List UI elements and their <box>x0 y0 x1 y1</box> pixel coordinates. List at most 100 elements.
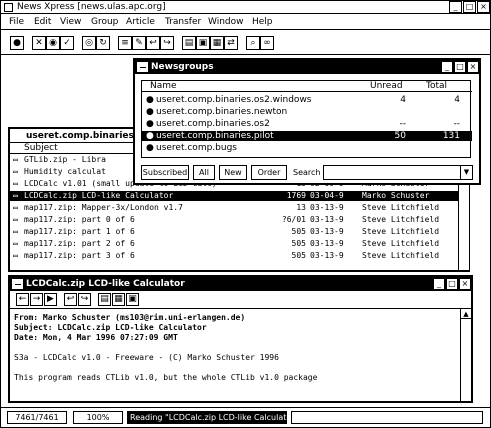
article-view-scrollbar[interactable]: ▲ <box>460 309 471 401</box>
globe-icon[interactable]: ◎ <box>82 36 96 50</box>
order-button[interactable]: Order <box>251 165 287 180</box>
article-author: Steve Litchfield <box>362 227 440 236</box>
newsgroups-window: Newsgroups _ □ × Name Unread Total ● user… <box>133 58 481 185</box>
newsgroups-system-menu[interactable] <box>137 62 148 72</box>
article-view-title-bar[interactable]: LCDCalc.zip LCD-like Calculator <box>10 277 471 291</box>
article-date: 03-13-9 <box>310 203 344 212</box>
article-icon: ▭ <box>13 203 18 212</box>
chevron-down-icon[interactable]: ▼ <box>460 166 472 179</box>
menu-article[interactable]: Article <box>126 17 155 27</box>
article-author: Steve Litchfield <box>362 239 440 248</box>
article-row[interactable]: ▭ map117.zip: part 0 of 6 ?6/01 03-13-9 Stev… <box>10 215 458 225</box>
menu-transfer[interactable]: Transfer <box>165 17 201 27</box>
article-row[interactable]: ▭ map117.zip: part 2 of 6 505 03-13-9 Steve … <box>10 239 458 249</box>
article-author: Steve Litchfield <box>362 215 440 224</box>
post-icon[interactable]: ✎ <box>132 36 146 50</box>
article-icon: ▭ <box>13 191 18 200</box>
newsgroup-row[interactable]: ● useret.comp.bugs <box>142 143 472 153</box>
app-title-bar[interactable]: News Xpress [news.ulas.apc.org] _ □ × <box>1 1 490 14</box>
article-row[interactable]: ▭ map117.zip: Mapper-3x/London v1.7 13 03-1… <box>10 203 458 213</box>
newsgroups-title-bar[interactable]: Newsgroups <box>135 60 479 74</box>
binoculars-icon[interactable]: ∞ <box>260 36 274 50</box>
forward-icon[interactable]: ↪ <box>160 36 174 50</box>
newsgroups-close-button[interactable]: × <box>467 61 479 73</box>
article-icon: ▭ <box>13 179 18 188</box>
menu-edit[interactable]: Edit <box>34 17 51 27</box>
newsgroups-minimize-button[interactable]: _ <box>441 61 453 73</box>
newsgroup-row[interactable]: ● useret.comp.binaries.os2 -- -- <box>142 119 472 129</box>
article-lines: 505 <box>291 239 306 248</box>
article-date: 03-13-9 <box>310 215 344 224</box>
rot13-icon[interactable]: ▦ <box>112 293 125 306</box>
article-subject: Subject: LCDCalc.zip LCD-like Calculator <box>14 323 207 332</box>
new-button[interactable]: New <box>219 165 247 180</box>
menu-window[interactable]: Window <box>208 17 244 27</box>
reply-icon[interactable]: ↩ <box>146 36 160 50</box>
menu-bar: File Edit View Group Article Transfer Wi… <box>1 15 490 30</box>
newsgroup-name: useret.comp.binaries.os2 <box>156 119 270 129</box>
article-icon: ▭ <box>13 167 18 176</box>
maximize-button[interactable]: □ <box>463 1 476 13</box>
article-view-title: LCDCalc.zip LCD-like Calculator <box>26 279 185 289</box>
newsgroup-bullet-icon: ● <box>146 131 154 141</box>
print-icon[interactable]: ▦ <box>210 36 224 50</box>
all-button[interactable]: All <box>193 165 215 180</box>
newsgroup-row[interactable]: ● useret.comp.binaries.newton <box>142 107 472 117</box>
search-dropdown[interactable]: ▼ <box>323 165 473 180</box>
cross-icon[interactable]: ✕ <box>32 36 46 50</box>
article-view-close-button[interactable]: × <box>459 278 471 290</box>
minimize-button[interactable]: _ <box>449 1 462 13</box>
article-icon: ▭ <box>13 251 18 260</box>
refresh-icon[interactable]: ↻ <box>96 36 110 50</box>
article-body-line-1: S3a - LCDCalc v1.0 - Freeware - (C) Mark… <box>14 353 279 362</box>
article-view-minimize-button[interactable]: _ <box>433 278 445 290</box>
list-icon[interactable]: ≡ <box>118 36 132 50</box>
fixed-font-icon[interactable]: ▣ <box>126 293 139 306</box>
newsgroup-row[interactable]: ● useret.comp.binaries.os2.windows 4 4 <box>142 95 472 105</box>
connect-icon[interactable]: ⇄ <box>224 36 238 50</box>
next-thread-icon[interactable]: ▶ <box>44 293 57 306</box>
newsgroup-name: useret.comp.binaries.pilot <box>156 131 274 141</box>
menu-view[interactable]: View <box>60 17 81 27</box>
newsgroup-bullet-icon: ● <box>146 95 154 105</box>
article-lines: 13 <box>296 203 306 212</box>
save-article-icon[interactable]: ▤ <box>98 293 111 306</box>
article-row[interactable]: ▭ LCDCalc.zip LCD-like Calculator 1769 03-0… <box>10 191 458 201</box>
column-total[interactable]: Total <box>426 81 447 91</box>
scroll-up-arrow[interactable]: ▲ <box>461 309 471 319</box>
article-subject: map117.zip: Mapper-3x/London v1.7 <box>24 203 183 212</box>
newsgroups-maximize-button[interactable]: □ <box>454 61 466 73</box>
subscribed-button[interactable]: Subscribed <box>141 165 189 180</box>
article-count: 7461/7461 <box>7 411 67 424</box>
record-icon[interactable]: ● <box>10 36 24 50</box>
article-view-system-menu[interactable] <box>12 279 23 289</box>
progress-bar: 100% <box>73 411 123 424</box>
save-icon[interactable]: ▣ <box>196 36 210 50</box>
close-button[interactable]: × <box>477 1 490 13</box>
newsgroup-bullet-icon: ● <box>146 107 154 117</box>
newsgroup-unread: 50 <box>394 131 406 141</box>
mark-icon[interactable]: ✓ <box>60 36 74 50</box>
decode-icon[interactable]: ▤ <box>182 36 196 50</box>
article-body-line-2: This program reads CTLib v1.0, but the w… <box>14 373 318 382</box>
article-view-maximize-button[interactable]: □ <box>446 278 458 290</box>
reply-article-icon[interactable]: ↩ <box>64 293 77 306</box>
newsgroup-row[interactable]: ● useret.comp.binaries.pilot 50 131 <box>142 131 472 141</box>
column-unread[interactable]: Unread <box>370 81 403 91</box>
menu-group[interactable]: Group <box>91 17 118 27</box>
newsgroup-total: 4 <box>454 95 460 105</box>
article-lines: 505 <box>291 227 306 236</box>
next-article-icon[interactable]: → <box>30 293 43 306</box>
newsgroup-unread: 4 <box>400 95 406 105</box>
eye-icon[interactable]: ◉ <box>46 36 60 50</box>
article-row[interactable]: ▭ map117.zip: part 1 of 6 505 03-13-9 Steve … <box>10 227 458 237</box>
menu-help[interactable]: Help <box>252 17 273 27</box>
menu-file[interactable]: File <box>9 17 24 27</box>
prev-article-icon[interactable]: ← <box>16 293 29 306</box>
article-view-window: LCDCalc.zip LCD-like Calculator _ □ × ← … <box>8 275 473 403</box>
article-row[interactable]: ▭ map117.zip: part 3 of 6 505 03-13-9 Steve … <box>10 251 458 261</box>
forward-article-icon[interactable]: ↪ <box>78 293 91 306</box>
progress-label: 100% <box>86 413 110 422</box>
column-name[interactable]: Name <box>150 81 177 91</box>
find-icon[interactable]: ⌕ <box>246 36 260 50</box>
